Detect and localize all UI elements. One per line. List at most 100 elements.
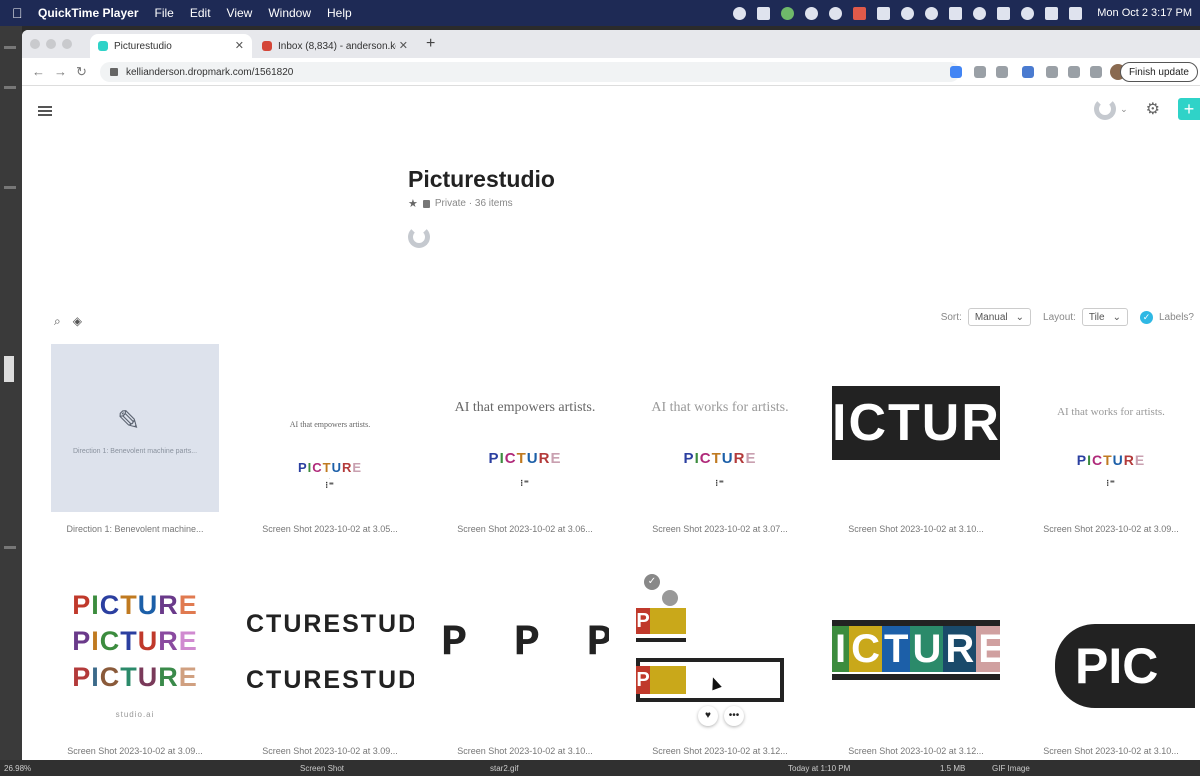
item-thumbnail[interactable]: PIC bbox=[1027, 566, 1195, 734]
collection-privacy-count: Private · 36 items bbox=[434, 198, 513, 209]
siri-icon[interactable] bbox=[1069, 6, 1083, 20]
item-caption[interactable]: Screen Shot 2023-10-02 at 3.07... bbox=[636, 524, 804, 534]
decorative-dot bbox=[662, 590, 678, 606]
layout-select[interactable]: Tile ⌄ bbox=[1081, 308, 1128, 326]
browser-window: Picturestudio ✕ Inbox (8,834) - anderson… bbox=[22, 30, 1200, 760]
picture-logo: PICTURE bbox=[297, 460, 363, 475]
apple-icon[interactable]:  bbox=[12, 5, 26, 21]
item-caption[interactable]: Direction 1: Benevolent machine... bbox=[51, 524, 219, 534]
select-checkbox[interactable]: ✓ bbox=[644, 574, 660, 590]
finder-file-kind: GIF Image bbox=[992, 764, 1030, 773]
back-icon[interactable]: ← bbox=[32, 64, 45, 79]
tag-icon[interactable]: ◈ bbox=[73, 314, 82, 329]
picture-logo: PICTURE bbox=[72, 626, 198, 656]
google-icon[interactable] bbox=[950, 66, 962, 78]
item-caption[interactable]: Screen Shot 2023-10-02 at 3.09... bbox=[246, 746, 414, 756]
dropbox-icon[interactable] bbox=[757, 6, 771, 20]
control-center-icon[interactable] bbox=[1045, 6, 1059, 20]
puzzle-icon[interactable] bbox=[1046, 66, 1058, 78]
moon-icon[interactable] bbox=[829, 6, 843, 20]
bluetooth-icon[interactable] bbox=[925, 6, 939, 20]
new-tab-icon[interactable]: + bbox=[426, 35, 435, 53]
item-caption[interactable]: Screen Shot 2023-10-02 at 3.12... bbox=[636, 746, 804, 756]
labels-checkbox[interactable]: ✓ bbox=[1139, 310, 1153, 324]
user-avatar[interactable] bbox=[1094, 98, 1117, 120]
forward-icon[interactable]: → bbox=[54, 64, 67, 79]
item-thumbnail[interactable]: AI that works for artists. PICTURE ⁝⁼ bbox=[1027, 344, 1195, 512]
item-thumbnail[interactable]: ✓ P P ♥ ••• bbox=[636, 566, 804, 734]
bookmark-star-icon[interactable] bbox=[996, 66, 1008, 78]
item-thumbnail[interactable]: PICTURE PICTURE PICTURE studio.ai bbox=[51, 566, 219, 734]
item-caption[interactable]: Screen Shot 2023-10-02 at 3.10... bbox=[441, 746, 609, 756]
menu-view[interactable]: View bbox=[227, 6, 253, 20]
item-caption[interactable]: Screen Shot 2023-10-02 at 3.06... bbox=[441, 524, 609, 534]
wifi-icon[interactable] bbox=[973, 6, 987, 20]
drop-icon[interactable] bbox=[901, 6, 915, 20]
add-item-button[interactable]: + bbox=[1178, 98, 1200, 120]
sidebar-icon[interactable] bbox=[1090, 66, 1102, 78]
cloud-icon[interactable] bbox=[877, 6, 891, 20]
tab-inbox[interactable]: Inbox (8,834) - anderson.kelli ✕ bbox=[254, 34, 416, 58]
close-window-button[interactable] bbox=[30, 39, 40, 49]
owner-avatar[interactable] bbox=[408, 226, 430, 248]
tab-picturestudio[interactable]: Picturestudio ✕ bbox=[90, 34, 252, 58]
chevron-down-icon[interactable]: ⌄ bbox=[1120, 104, 1128, 115]
item-thumbnail[interactable]: AI that works for artists. PICTURE ⁝⁼ bbox=[636, 344, 804, 512]
menu-help[interactable]: Help bbox=[327, 6, 352, 20]
pic-logo: PIC bbox=[1055, 624, 1195, 708]
item-caption[interactable]: Screen Shot 2023-10-02 at 3.05... bbox=[246, 524, 414, 534]
app-status-icon[interactable] bbox=[781, 6, 795, 20]
item-thumbnail[interactable]: ICTURE bbox=[832, 566, 1000, 734]
sort-select[interactable]: Manual ⌄ bbox=[967, 308, 1032, 326]
reload-icon[interactable]: ↻ bbox=[76, 64, 87, 80]
search-icon[interactable]: ⌕ bbox=[54, 314, 61, 329]
gear-icon[interactable]: ⚙ bbox=[1146, 99, 1160, 119]
record-icon[interactable] bbox=[733, 6, 747, 20]
strip-mark bbox=[4, 356, 14, 382]
item-thumbnail[interactable]: AI that empowers artists. PICTURE ⁝⁼ bbox=[441, 344, 609, 512]
zoom-window-button[interactable] bbox=[62, 39, 72, 49]
item-caption[interactable]: Screen Shot 2023-10-02 at 3.09... bbox=[51, 746, 219, 756]
search-icon[interactable] bbox=[1021, 6, 1035, 20]
item-caption[interactable]: Screen Shot 2023-10-02 at 3.10... bbox=[1027, 746, 1195, 756]
finish-update-button[interactable]: Finish update bbox=[1119, 62, 1198, 82]
volume-icon[interactable] bbox=[949, 6, 963, 20]
battery-icon[interactable] bbox=[997, 6, 1011, 20]
star-icon[interactable]: ★ bbox=[408, 197, 418, 210]
item-thumbnail[interactable]: P P P bbox=[441, 566, 609, 734]
heart-icon[interactable]: ♥ bbox=[698, 706, 718, 726]
item-caption[interactable]: Screen Shot 2023-10-02 at 3.10... bbox=[832, 524, 1000, 534]
app-menu[interactable]: QuickTime Player bbox=[38, 6, 139, 20]
url-field[interactable]: kellianderson.dropmark.com/1561820 bbox=[100, 62, 960, 82]
close-icon[interactable]: ✕ bbox=[235, 39, 244, 52]
eye-icon[interactable] bbox=[805, 6, 819, 20]
share-icon[interactable] bbox=[974, 66, 986, 78]
thumb-tagline: AI that works for artists. bbox=[651, 400, 789, 415]
item-caption[interactable]: Screen Shot 2023-10-02 at 3.09... bbox=[1027, 524, 1195, 534]
cturestud-logo: CTURESTUD bbox=[246, 610, 414, 638]
sort-value: Manual bbox=[974, 311, 1008, 323]
menu-window[interactable]: Window bbox=[268, 6, 311, 20]
menu-edit[interactable]: Edit bbox=[190, 6, 211, 20]
extension-icon[interactable] bbox=[1022, 66, 1034, 78]
close-icon[interactable]: ✕ bbox=[399, 39, 408, 52]
menu-icon[interactable] bbox=[38, 106, 52, 116]
item-thumbnail[interactable]: ✎ Direction 1: Benevolent machine parts.… bbox=[51, 344, 219, 512]
finder-file-name: Screen Shot bbox=[300, 764, 345, 773]
filter-tools: ⌕ ◈ bbox=[54, 314, 82, 329]
menu-file[interactable]: File bbox=[155, 6, 174, 20]
more-options-icon[interactable]: ••• bbox=[724, 706, 744, 726]
menubar-clock[interactable]: Mon Oct 2 3:17 PM bbox=[1097, 7, 1192, 19]
p-logo: P bbox=[636, 666, 650, 694]
item-thumbnail[interactable]: ICTUR bbox=[832, 344, 1000, 512]
minimize-window-button[interactable] bbox=[46, 39, 56, 49]
layout-value: Tile bbox=[1088, 311, 1105, 323]
menubar:  QuickTime Player File Edit View Window… bbox=[0, 0, 1200, 26]
item-thumbnail[interactable]: AI that empowers artists. PICTURE · ⁝⁼ bbox=[246, 344, 414, 512]
item-thumbnail[interactable]: CTURESTUD CTURESTUD bbox=[246, 566, 414, 734]
download-icon[interactable] bbox=[1068, 66, 1080, 78]
puzzle-icon[interactable] bbox=[853, 6, 867, 20]
lock-icon bbox=[422, 199, 430, 208]
tab-bar: Picturestudio ✕ Inbox (8,834) - anderson… bbox=[22, 30, 1200, 58]
item-caption[interactable]: Screen Shot 2023-10-02 at 3.12... bbox=[832, 746, 1000, 756]
